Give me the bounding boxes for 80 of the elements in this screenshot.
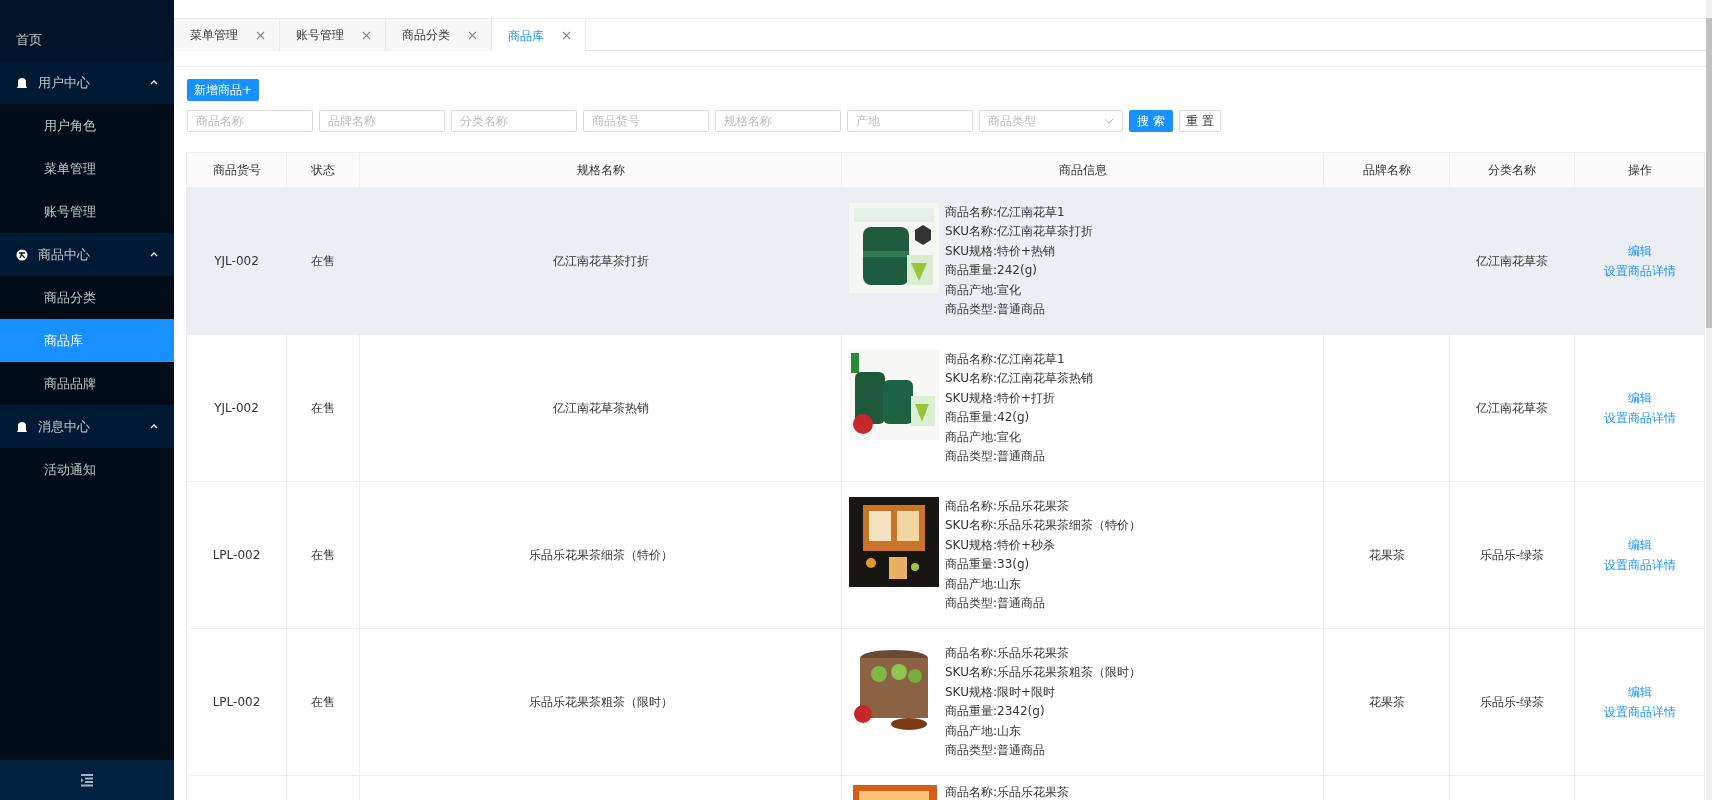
info-line: SKU规格:特价+秒杀 bbox=[945, 536, 1057, 554]
table-cell: 亿江南花草茶打折 bbox=[552, 254, 649, 268]
column-header: 商品货号 bbox=[186, 152, 287, 188]
table-cell: 花果茶 bbox=[1368, 548, 1405, 562]
table-cell: YJL-002 bbox=[214, 254, 259, 268]
info-line: 商品重量:33(g) bbox=[945, 556, 1031, 573]
close-icon[interactable] bbox=[562, 31, 571, 40]
info-line: SKU名称:乐品乐花果茶细茶（特价） bbox=[945, 517, 1141, 534]
info-line: 商品产地:山东 bbox=[945, 722, 1023, 740]
column-header: 操作 bbox=[1574, 152, 1705, 188]
table-cell: 亿江南花草茶热销 bbox=[552, 401, 649, 415]
table-cell: 在售 bbox=[311, 401, 335, 415]
column-header: 商品信息 bbox=[841, 152, 1324, 188]
info-line: 商品重量:242(g) bbox=[945, 262, 1038, 279]
info-line: SKU规格:限时+限时 bbox=[945, 683, 1057, 701]
close-icon[interactable] bbox=[362, 30, 371, 40]
info-line: 商品名称:亿江南花草1 bbox=[945, 350, 1066, 368]
table-cell: 乐品乐-绿茶 bbox=[1479, 548, 1545, 562]
table-cell: 在售 bbox=[311, 548, 335, 562]
table-cell: 花果茶 bbox=[1368, 695, 1405, 709]
bell-icon bbox=[16, 76, 28, 89]
chevron-down-icon bbox=[1104, 118, 1114, 124]
filter-field[interactable]: 规格名称 bbox=[715, 110, 841, 132]
info-line: 商品名称:亿江南花草1 bbox=[945, 203, 1066, 221]
column-header: 状态 bbox=[286, 152, 360, 188]
column-header: 规格名称 bbox=[359, 152, 842, 188]
table-cell: 乐品乐-绿茶 bbox=[1479, 695, 1545, 709]
tab[interactable]: 菜单管理 bbox=[174, 19, 280, 51]
table-cell: LPL-002 bbox=[212, 695, 261, 709]
table-cell: 乐品乐花果茶粗茶（限时） bbox=[528, 695, 673, 709]
info-line: SKU名称:亿江南花草茶打折 bbox=[945, 223, 1093, 240]
bell-icon bbox=[16, 420, 28, 433]
reset-button[interactable]: 重 置 bbox=[1178, 110, 1221, 132]
filter-field[interactable]: 商品名称 bbox=[187, 110, 313, 132]
tab[interactable]: 账号管理 bbox=[280, 19, 386, 51]
info-line: 商品产地:宣化 bbox=[945, 428, 1023, 446]
info-line: 商品产地:宣化 bbox=[945, 281, 1023, 299]
badge-icon bbox=[16, 248, 28, 261]
info-line: 商品类型:普通商品 bbox=[945, 595, 1047, 612]
tab[interactable]: 商品分类 bbox=[386, 19, 492, 51]
info-line: 商品类型:普通商品 bbox=[945, 742, 1047, 759]
filter-field[interactable]: 商品货号 bbox=[583, 110, 709, 132]
close-icon[interactable] bbox=[468, 30, 477, 40]
scrollbar[interactable] bbox=[1706, 18, 1712, 328]
table-cell: LPL-002 bbox=[212, 548, 261, 562]
info-line: 商品名称:乐品乐花果茶 bbox=[945, 497, 1071, 515]
column-header: 品牌名称 bbox=[1323, 152, 1450, 188]
menu-item[interactable]: 用户角色 bbox=[0, 104, 174, 147]
table-cell: 亿江南花草茶 bbox=[1476, 401, 1548, 415]
menu-item[interactable]: 商品品牌 bbox=[0, 362, 174, 405]
menu-group[interactable]: 消息中心 bbox=[0, 405, 174, 448]
menu-item[interactable]: 菜单管理 bbox=[0, 147, 174, 190]
menu-item[interactable]: 商品分类 bbox=[0, 276, 174, 319]
table-cell: 乐品乐花果茶细茶（特价） bbox=[528, 548, 673, 562]
menu-group[interactable]: 商品中心 bbox=[0, 233, 174, 276]
info-line: SKU规格:特价+打折 bbox=[945, 389, 1057, 407]
table-cell: 亿江南花草茶 bbox=[1476, 254, 1548, 268]
menu-group[interactable]: 用户中心 bbox=[0, 61, 174, 104]
menu-item[interactable]: 活动通知 bbox=[0, 448, 174, 491]
info-line: 商品类型:普通商品 bbox=[945, 301, 1047, 318]
table-cell: YJL-002 bbox=[214, 401, 259, 415]
table-cell: 在售 bbox=[311, 695, 335, 709]
filter-field[interactable]: 产地 bbox=[847, 110, 973, 132]
info-line: SKU规格:特价+热销 bbox=[945, 242, 1057, 260]
info-line: 商品名称:乐品乐花果茶 bbox=[945, 644, 1071, 662]
menu-item[interactable]: 首页 bbox=[0, 18, 174, 61]
info-line: 商品重量:2342(g) bbox=[945, 703, 1046, 720]
collapse-icon[interactable] bbox=[81, 773, 93, 787]
filter-field[interactable]: 分类名称 bbox=[451, 110, 577, 132]
info-line: 商品重量:42(g) bbox=[945, 409, 1031, 426]
info-line: SKU名称:乐品乐花果茶粗茶（限时） bbox=[945, 664, 1141, 681]
info-line: SKU名称:亿江南花草茶热销 bbox=[945, 370, 1093, 387]
close-icon[interactable] bbox=[256, 30, 265, 40]
table-cell: 在售 bbox=[311, 254, 335, 268]
filter-field[interactable]: 品牌名称 bbox=[319, 110, 445, 132]
info-line: 商品名称:乐品乐花果茶 bbox=[945, 784, 1070, 800]
info-line: 商品类型:普通商品 bbox=[945, 448, 1047, 465]
info-line: 商品产地:山东 bbox=[945, 575, 1023, 593]
column-header: 分类名称 bbox=[1449, 152, 1575, 188]
menu-item[interactable]: 账号管理 bbox=[0, 190, 174, 233]
